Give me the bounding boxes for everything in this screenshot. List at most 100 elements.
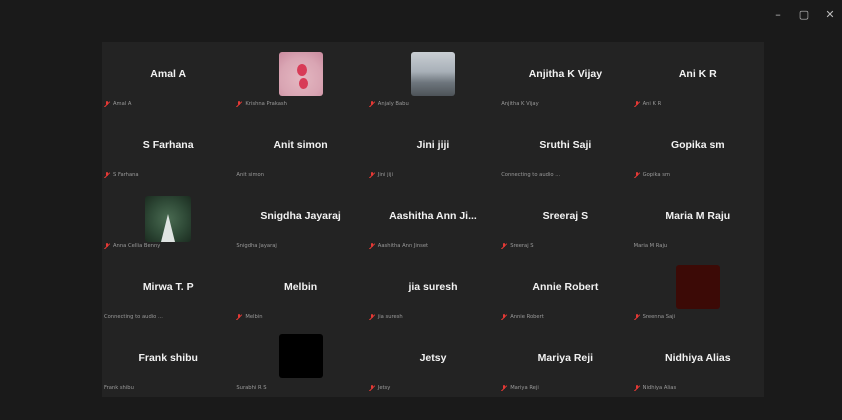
participant-name-label: Anna Cellia Benny xyxy=(104,243,230,249)
participant-display-name: Sreeraj S xyxy=(542,210,589,222)
participant-footer-text: Snigdha Jayaraj xyxy=(236,243,277,249)
meeting-gallery: Amal A Amal A Krishna Prakash Anjaly Babu An… xyxy=(102,42,764,397)
participant-name-label: S Farhana xyxy=(104,172,230,178)
participant-name-label: Aashitha Ann Jinset xyxy=(369,243,495,249)
participant-tile[interactable]: Nidhiya Alias Nidhiya Alias xyxy=(632,326,764,397)
participant-footer-text: Anna Cellia Benny xyxy=(113,243,161,249)
participant-name-label: Nidhiya Alias xyxy=(634,385,760,391)
flower-petal xyxy=(298,78,308,89)
flower-petal xyxy=(296,64,307,76)
mic-muted-icon xyxy=(634,172,640,178)
participant-footer-text: Connecting to audio ... xyxy=(501,172,561,178)
participant-footer-text: Ani K R xyxy=(642,101,662,107)
participant-footer-text: Mariya Reji xyxy=(510,385,539,391)
participant-display-name: Ani K R xyxy=(678,68,717,80)
participant-footer-text: Sreenna Saji xyxy=(642,314,676,320)
window-controls: – ▢ ✕ xyxy=(770,8,838,22)
profile-photo-flower xyxy=(278,52,323,96)
participant-footer-text: Connecting to audio ... xyxy=(104,314,163,320)
mic-muted-icon xyxy=(104,243,110,249)
participant-display-name: Nidhiya Alias xyxy=(665,352,731,364)
participant-footer-text: Surabhi R S xyxy=(236,385,267,391)
participant-name-label: Anjitha K Vijay xyxy=(501,101,627,107)
participant-name-label: Ani K R xyxy=(634,101,760,107)
participant-tile[interactable]: Anjaly Babu xyxy=(367,42,499,113)
participant-display-name: Snigdha Jayaraj xyxy=(260,210,341,222)
participant-tile[interactable]: Jetsy Jetsy xyxy=(367,326,499,397)
participant-footer-text: Frank shibu xyxy=(104,385,134,391)
mic-muted-icon xyxy=(369,101,375,107)
participant-tile[interactable]: Sreenna Saji xyxy=(632,255,764,326)
participant-tile[interactable]: Surabhi R S xyxy=(234,326,366,397)
participant-name-label: Krishna Prakash xyxy=(236,101,362,107)
participant-footer-text: Maria M Raju xyxy=(633,243,668,249)
participant-name-label: Surabhi R S xyxy=(236,385,362,391)
profile-photo-bridge xyxy=(145,196,192,242)
participant-footer-text: Sreeraj S xyxy=(510,243,534,249)
participant-tile[interactable]: Mirwa T. P Connecting to audio ... xyxy=(102,255,234,326)
participant-display-name: Melbin xyxy=(283,281,318,293)
mic-muted-icon xyxy=(104,172,110,178)
mic-muted-icon xyxy=(634,314,640,320)
participant-display-name: Annie Robert xyxy=(532,281,599,293)
maximize-icon[interactable]: ▢ xyxy=(796,8,812,22)
participant-tile[interactable]: jia suresh jia suresh xyxy=(367,255,499,326)
participant-footer-text: Anjitha K Vijay xyxy=(501,101,539,107)
mic-muted-icon xyxy=(369,243,375,249)
mic-muted-icon xyxy=(236,314,242,320)
participant-name-label: jia suresh xyxy=(369,314,495,320)
participant-tile[interactable]: Annie Robert Annie Robert xyxy=(499,255,631,326)
participant-tile[interactable]: Frank shibu Frank shibu xyxy=(102,326,234,397)
participant-name-label: Connecting to audio ... xyxy=(104,314,230,320)
mic-muted-icon xyxy=(634,101,640,107)
participant-footer-text: Annie Robert xyxy=(510,314,544,320)
participant-tile[interactable]: Mariya Reji Mariya Reji xyxy=(499,326,631,397)
mic-muted-icon xyxy=(501,385,507,391)
participant-tile[interactable]: Melbin Melbin xyxy=(234,255,366,326)
participant-tile[interactable]: Anit simon Anit simon xyxy=(234,113,366,184)
participant-tile[interactable]: Aashitha Ann Ji... Aashitha Ann Jinset xyxy=(367,184,499,255)
participant-footer-text: S Farhana xyxy=(113,172,139,178)
participant-name-label: Jini jiji xyxy=(369,172,495,178)
participant-name-label: Connecting to audio ... xyxy=(501,172,627,178)
participant-tile[interactable]: Snigdha Jayaraj Snigdha Jayaraj xyxy=(234,184,366,255)
participant-display-name: Jetsy xyxy=(419,352,447,364)
participant-grid: Amal A Amal A Krishna Prakash Anjaly Babu An… xyxy=(102,42,764,397)
participant-tile[interactable]: S Farhana S Farhana xyxy=(102,113,234,184)
participant-display-name: Amal A xyxy=(150,68,187,80)
participant-display-name: Aashitha Ann Ji... xyxy=(389,210,477,222)
participant-name-label: Annie Robert xyxy=(501,314,627,320)
participant-tile[interactable]: Maria M Raju Maria M Raju xyxy=(632,184,764,255)
close-icon[interactable]: ✕ xyxy=(822,8,838,22)
participant-tile[interactable]: Ani K R Ani K R xyxy=(632,42,764,113)
participant-footer-text: Amal A xyxy=(113,101,132,107)
participant-display-name: Mariya Reji xyxy=(537,352,594,364)
participant-display-name: Maria M Raju xyxy=(665,210,731,222)
participant-tile[interactable]: Sreeraj S Sreeraj S xyxy=(499,184,631,255)
participant-tile[interactable]: Amal A Amal A xyxy=(102,42,234,113)
participant-tile[interactable]: Anna Cellia Benny xyxy=(102,184,234,255)
participant-footer-text: Aashitha Ann Jinset xyxy=(377,243,429,249)
participant-name-label: Jetsy xyxy=(369,385,495,391)
participant-name-label: Mariya Reji xyxy=(501,385,627,391)
participant-tile[interactable]: Krishna Prakash xyxy=(234,42,366,113)
participant-name-label: Frank shibu xyxy=(104,385,230,391)
participant-tile[interactable]: Sruthi Saji Connecting to audio ... xyxy=(499,113,631,184)
mic-muted-icon xyxy=(104,101,110,107)
participant-name-label: Gopika sm xyxy=(634,172,760,178)
participant-display-name: Gopika sm xyxy=(670,139,725,151)
participant-display-name: Anit simon xyxy=(273,139,328,151)
participant-footer-text: Jini jiji xyxy=(377,172,393,178)
participant-display-name: Mirwa T. P xyxy=(142,281,194,293)
participant-tile[interactable]: Anjitha K Vijay Anjitha K Vijay xyxy=(499,42,631,113)
participant-name-label: Sreeraj S xyxy=(501,243,627,249)
participant-tile[interactable]: Jini jiji Jini jiji xyxy=(367,113,499,184)
participant-name-label: Sreenna Saji xyxy=(634,314,760,320)
participant-tile[interactable]: Gopika sm Gopika sm xyxy=(632,113,764,184)
participant-footer-text: Nidhiya Alias xyxy=(642,385,677,391)
mic-muted-icon xyxy=(501,243,507,249)
participant-footer-text: Jetsy xyxy=(377,385,391,391)
minimize-icon[interactable]: – xyxy=(770,8,786,22)
participant-display-name: S Farhana xyxy=(142,139,194,151)
video-feed-black xyxy=(278,334,323,378)
